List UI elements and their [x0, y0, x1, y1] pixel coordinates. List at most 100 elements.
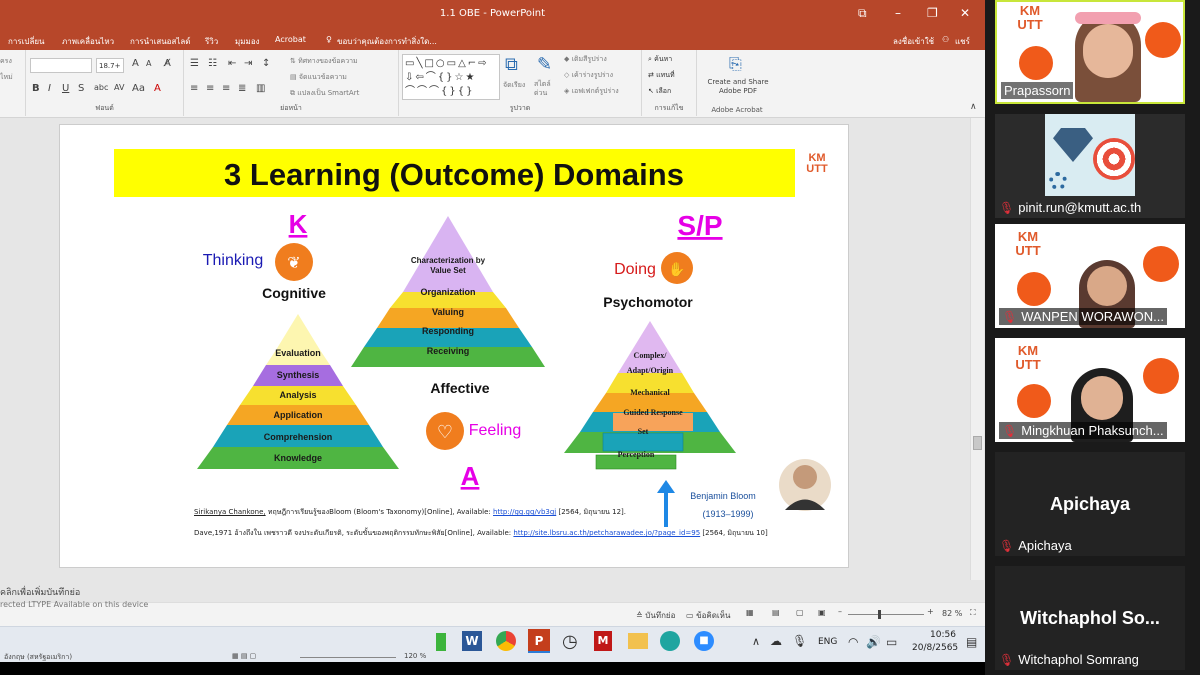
- text-direction-button[interactable]: ⇅ ทิศทางของข้อความ: [290, 56, 358, 67]
- battery-icon[interactable]: ▭: [886, 635, 897, 649]
- quick-styles-icon[interactable]: ✎: [537, 54, 552, 75]
- quick-styles-label[interactable]: สไตล์ด่วน: [534, 80, 560, 98]
- green-app-icon[interactable]: [436, 633, 446, 651]
- decrease-indent-icon[interactable]: ⇤: [228, 58, 236, 69]
- shapes-gallery[interactable]: ▭╲□○▭△⌐⇨ ⇩⇦⌒{}☆★ ⌒⌒⌒{}{}: [402, 54, 500, 100]
- mcafee-icon[interactable]: M: [594, 631, 612, 651]
- replace-button[interactable]: ⇄ แทนที่: [648, 70, 675, 81]
- align-right-icon[interactable]: ≡: [222, 83, 230, 94]
- strikethrough-icon[interactable]: abc: [94, 83, 108, 92]
- clock-app-icon[interactable]: ◷: [562, 631, 578, 652]
- participant-tile-wanpen[interactable]: KM UTT 🎙 WANPEN WORAWON...: [995, 224, 1185, 328]
- pdf-icon[interactable]: ⎘: [729, 54, 742, 74]
- minimize-button[interactable]: –: [895, 6, 901, 20]
- clock-date[interactable]: 20/8/2565: [912, 643, 958, 653]
- signin-link[interactable]: ลงชื่อเข้าใช้: [893, 35, 934, 48]
- shadow-icon[interactable]: S: [78, 83, 84, 94]
- vertical-scrollbar[interactable]: [970, 118, 984, 580]
- cloud-icon[interactable]: ☁: [770, 634, 782, 648]
- participant-tile-pinit[interactable]: 🎙 pinit.run@kmutt.ac.th: [995, 114, 1185, 218]
- language-status: อังกฤษ (สหรัฐอเมริกา): [4, 653, 73, 661]
- font-color-icon[interactable]: A: [154, 83, 161, 94]
- reading-view-icon[interactable]: ▢: [796, 608, 804, 617]
- scroll-thumb[interactable]: [973, 436, 982, 450]
- slideshow-view-icon[interactable]: ▣: [818, 608, 826, 617]
- tab-transitions[interactable]: การเปลี่ยน: [8, 35, 45, 48]
- justify-icon[interactable]: ≣: [238, 83, 246, 94]
- share-button[interactable]: แชร์: [955, 35, 970, 48]
- columns-icon[interactable]: ▥: [256, 83, 265, 94]
- tab-review[interactable]: รีวิว: [205, 35, 218, 48]
- zoom-thumb[interactable]: [878, 610, 881, 619]
- close-button[interactable]: ✕: [960, 6, 970, 20]
- ref2-link[interactable]: http://site.lbsru.ac.th/petcharawadee.jo…: [513, 529, 700, 537]
- comments-toggle[interactable]: ▭ ข้อคิดเห็น: [686, 609, 730, 622]
- tray-chevron-icon[interactable]: ∧: [752, 635, 760, 648]
- zoom-slider[interactable]: [848, 614, 924, 615]
- chrome-icon[interactable]: [496, 631, 516, 651]
- folder-icon[interactable]: [628, 633, 648, 649]
- participant-tile-witchaphol[interactable]: Witchaphol So... 🎙 Witchaphol Somrang: [995, 566, 1185, 670]
- shape-outline-button[interactable]: ◇ เค้าร่างรูปร่าง: [564, 70, 613, 81]
- shrink-font-icon[interactable]: A: [146, 59, 151, 68]
- clear-format-icon[interactable]: A̸: [164, 58, 171, 69]
- tell-me-box[interactable]: ขอบว่าคุณต้องการทำสิ่งใด...: [337, 35, 437, 48]
- slide-layout-button[interactable]: ครง: [0, 56, 12, 67]
- language-indicator[interactable]: ENG: [818, 637, 837, 647]
- participant-tile-apichaya[interactable]: Apichaya 🎙 Apichaya: [995, 452, 1185, 556]
- notifications-icon[interactable]: ▤: [966, 635, 977, 649]
- tab-view[interactable]: มุมมอง: [235, 35, 260, 48]
- restore-button[interactable]: ❐: [927, 6, 938, 20]
- tab-animations[interactable]: ภาพเคลื่อนไหว: [62, 35, 114, 48]
- ref1-link[interactable]: http://gg.gg/vb3gj: [493, 508, 556, 516]
- mic-tray-icon[interactable]: 🎙: [792, 634, 807, 648]
- shape-fill-button[interactable]: ◆ เติมสีรูปร่าง: [564, 54, 607, 65]
- create-pdf-button[interactable]: Create and Share Adobe PDF: [701, 78, 775, 96]
- find-button[interactable]: ⌕ ค้นหา: [648, 54, 672, 65]
- change-case-icon[interactable]: Aa: [132, 83, 145, 94]
- increase-indent-icon[interactable]: ⇥: [244, 58, 252, 69]
- bold-icon[interactable]: B: [32, 83, 40, 94]
- italic-icon[interactable]: I: [48, 83, 51, 94]
- participant-tile-prapassorn[interactable]: KM UTT Prapassorn: [995, 0, 1185, 104]
- underline-icon[interactable]: U: [62, 83, 69, 94]
- font-name-dropdown[interactable]: [30, 58, 92, 73]
- zoom-level[interactable]: 82 %: [942, 609, 962, 618]
- align-left-icon[interactable]: ≡: [190, 83, 198, 94]
- arrange-label[interactable]: จัดเรียง: [503, 80, 525, 91]
- line-spacing-icon[interactable]: ↕: [262, 58, 270, 69]
- font-size-dropdown[interactable]: 18.7+: [96, 58, 124, 73]
- edge-icon[interactable]: [660, 631, 680, 651]
- collapse-ribbon-icon[interactable]: ∧: [970, 102, 977, 112]
- normal-view-icon[interactable]: ▦: [746, 608, 754, 617]
- zoom-out-icon[interactable]: –: [838, 607, 842, 616]
- spacing-icon[interactable]: AV: [114, 83, 124, 92]
- notes-pane[interactable]: คลิกเพื่อเพิ่มบันทึกย่อ: [0, 580, 985, 602]
- zoom-icon[interactable]: ■: [694, 631, 714, 651]
- participant-tile-mingkhuan[interactable]: KM UTT 🎙 Mingkhuan Phaksunch...: [995, 338, 1185, 442]
- volume-icon[interactable]: 🔊: [866, 635, 881, 649]
- wifi-icon[interactable]: ◠: [848, 635, 858, 649]
- ribbon-display-icon[interactable]: ⧉: [858, 6, 867, 21]
- arrange-icon[interactable]: ⧉: [505, 54, 518, 75]
- align-center-icon[interactable]: ≡: [206, 83, 214, 94]
- tab-slideshow[interactable]: การนำเสนอสไลด์: [130, 35, 191, 48]
- bullets-icon[interactable]: ☰: [190, 58, 199, 69]
- notes-toggle[interactable]: ≙ บันทึกย่อ: [636, 609, 675, 622]
- align-text-button[interactable]: ▤ จัดแนวข้อความ: [290, 72, 347, 83]
- zoom-in-icon[interactable]: +: [927, 607, 934, 616]
- clock-time[interactable]: 10:56: [930, 630, 956, 640]
- tab-acrobat[interactable]: Acrobat: [275, 35, 306, 44]
- numbering-icon[interactable]: ☷: [208, 58, 217, 69]
- sorter-view-icon[interactable]: ▤: [772, 608, 780, 617]
- notes-placeholder[interactable]: คลิกเพื่อเพิ่มบันทึกย่อ: [0, 585, 80, 599]
- slide-canvas[interactable]: 3 Learning (Outcome) Domains KM UTT K Th…: [59, 124, 849, 568]
- fit-slide-icon[interactable]: ⛶: [970, 608, 976, 618]
- select-button[interactable]: ↖ เลือก: [648, 86, 671, 97]
- shape-effects-button[interactable]: ◈ เอฟเฟกต์รูปร่าง: [564, 86, 619, 97]
- new-slide-button[interactable]: ไหม่: [0, 72, 13, 83]
- smartart-button[interactable]: ⧉ แปลงเป็น SmartArt: [290, 88, 359, 99]
- word-icon[interactable]: W: [462, 631, 482, 651]
- grow-font-icon[interactable]: A: [132, 58, 139, 69]
- powerpoint-icon[interactable]: P: [528, 629, 550, 653]
